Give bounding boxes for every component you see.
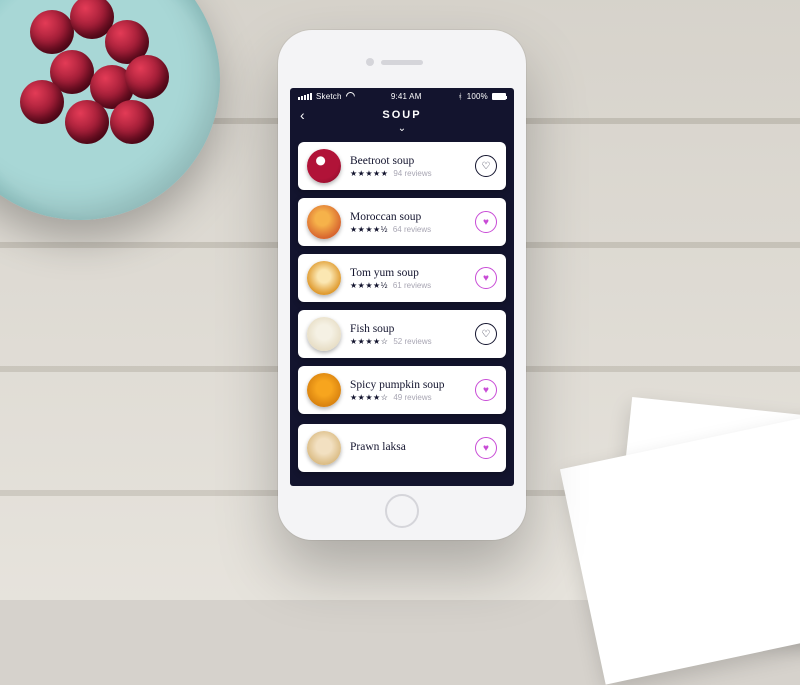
favorite-button[interactable]: ♡ bbox=[475, 155, 497, 177]
star-rating: ★★★★☆ bbox=[350, 337, 388, 346]
star-rating: ★★★★½ bbox=[350, 281, 388, 290]
status-bar: Sketch 9:41 AM ᚼ 100% bbox=[290, 88, 514, 103]
page-title: SOUP bbox=[290, 109, 514, 121]
recipe-card[interactable]: Moroccan soup ★★★★½ 64 reviews ♥ bbox=[298, 198, 506, 246]
review-count: 61 reviews bbox=[393, 281, 431, 290]
favorite-button[interactable]: ♡ bbox=[475, 323, 497, 345]
recipe-thumb bbox=[307, 149, 341, 183]
recipe-name: Spicy pumpkin soup bbox=[350, 379, 466, 391]
recipe-info: Prawn laksa bbox=[350, 441, 466, 455]
favorite-button[interactable]: ♥ bbox=[475, 379, 497, 401]
favorite-button[interactable]: ♥ bbox=[475, 437, 497, 459]
battery-pct: 100% bbox=[467, 92, 488, 101]
recipe-thumb bbox=[307, 261, 341, 295]
phone-speaker bbox=[381, 60, 423, 65]
recipe-info: Beetroot soup ★★★★★ 94 reviews bbox=[350, 155, 466, 178]
signal-icon bbox=[298, 93, 312, 100]
phone-frame: Sketch 9:41 AM ᚼ 100% ‹ SOUP ⌄ Beetroot … bbox=[278, 30, 526, 540]
recipe-thumb bbox=[307, 431, 341, 465]
bluetooth-icon: ᚼ bbox=[458, 92, 463, 101]
recipe-thumb bbox=[307, 205, 341, 239]
favorite-button[interactable]: ♥ bbox=[475, 211, 497, 233]
recipe-name: Fish soup bbox=[350, 323, 466, 335]
battery-icon bbox=[492, 93, 506, 100]
recipe-name: Prawn laksa bbox=[350, 441, 466, 453]
recipe-thumb bbox=[307, 373, 341, 407]
star-rating: ★★★★★ bbox=[350, 169, 388, 178]
recipe-card[interactable]: Beetroot soup ★★★★★ 94 reviews ♡ bbox=[298, 142, 506, 190]
home-button[interactable] bbox=[385, 494, 419, 528]
star-rating: ★★★★½ bbox=[350, 225, 388, 234]
recipe-thumb bbox=[307, 317, 341, 351]
recipe-info: Spicy pumpkin soup ★★★★☆ 49 reviews bbox=[350, 379, 466, 402]
chevron-down-icon[interactable]: ⌄ bbox=[290, 123, 514, 134]
recipe-name: Moroccan soup bbox=[350, 211, 466, 223]
star-rating: ★★★★☆ bbox=[350, 393, 388, 402]
recipe-card[interactable]: Prawn laksa ♥ bbox=[298, 424, 506, 472]
status-time: 9:41 AM bbox=[391, 92, 422, 101]
header: ‹ SOUP ⌄ bbox=[290, 103, 514, 142]
wifi-icon bbox=[346, 92, 355, 101]
review-count: 64 reviews bbox=[393, 225, 431, 234]
carrier-label: Sketch bbox=[316, 92, 342, 101]
recipe-name: Tom yum soup bbox=[350, 267, 466, 279]
recipe-card[interactable]: Spicy pumpkin soup ★★★★☆ 49 reviews ♥ bbox=[298, 366, 506, 414]
recipe-list[interactable]: Beetroot soup ★★★★★ 94 reviews ♡ Moroccan so… bbox=[290, 142, 514, 486]
recipe-info: Moroccan soup ★★★★½ 64 reviews bbox=[350, 211, 466, 234]
recipe-card[interactable]: Fish soup ★★★★☆ 52 reviews ♡ bbox=[298, 310, 506, 358]
review-count: 52 reviews bbox=[393, 337, 431, 346]
recipe-name: Beetroot soup bbox=[350, 155, 466, 167]
review-count: 49 reviews bbox=[393, 393, 431, 402]
recipe-info: Tom yum soup ★★★★½ 61 reviews bbox=[350, 267, 466, 290]
phone-camera bbox=[366, 58, 374, 66]
recipe-card[interactable]: Tom yum soup ★★★★½ 61 reviews ♥ bbox=[298, 254, 506, 302]
review-count: 94 reviews bbox=[393, 169, 431, 178]
recipe-info: Fish soup ★★★★☆ 52 reviews bbox=[350, 323, 466, 346]
app-screen: Sketch 9:41 AM ᚼ 100% ‹ SOUP ⌄ Beetroot … bbox=[290, 88, 514, 486]
favorite-button[interactable]: ♥ bbox=[475, 267, 497, 289]
back-button[interactable]: ‹ bbox=[300, 107, 305, 123]
